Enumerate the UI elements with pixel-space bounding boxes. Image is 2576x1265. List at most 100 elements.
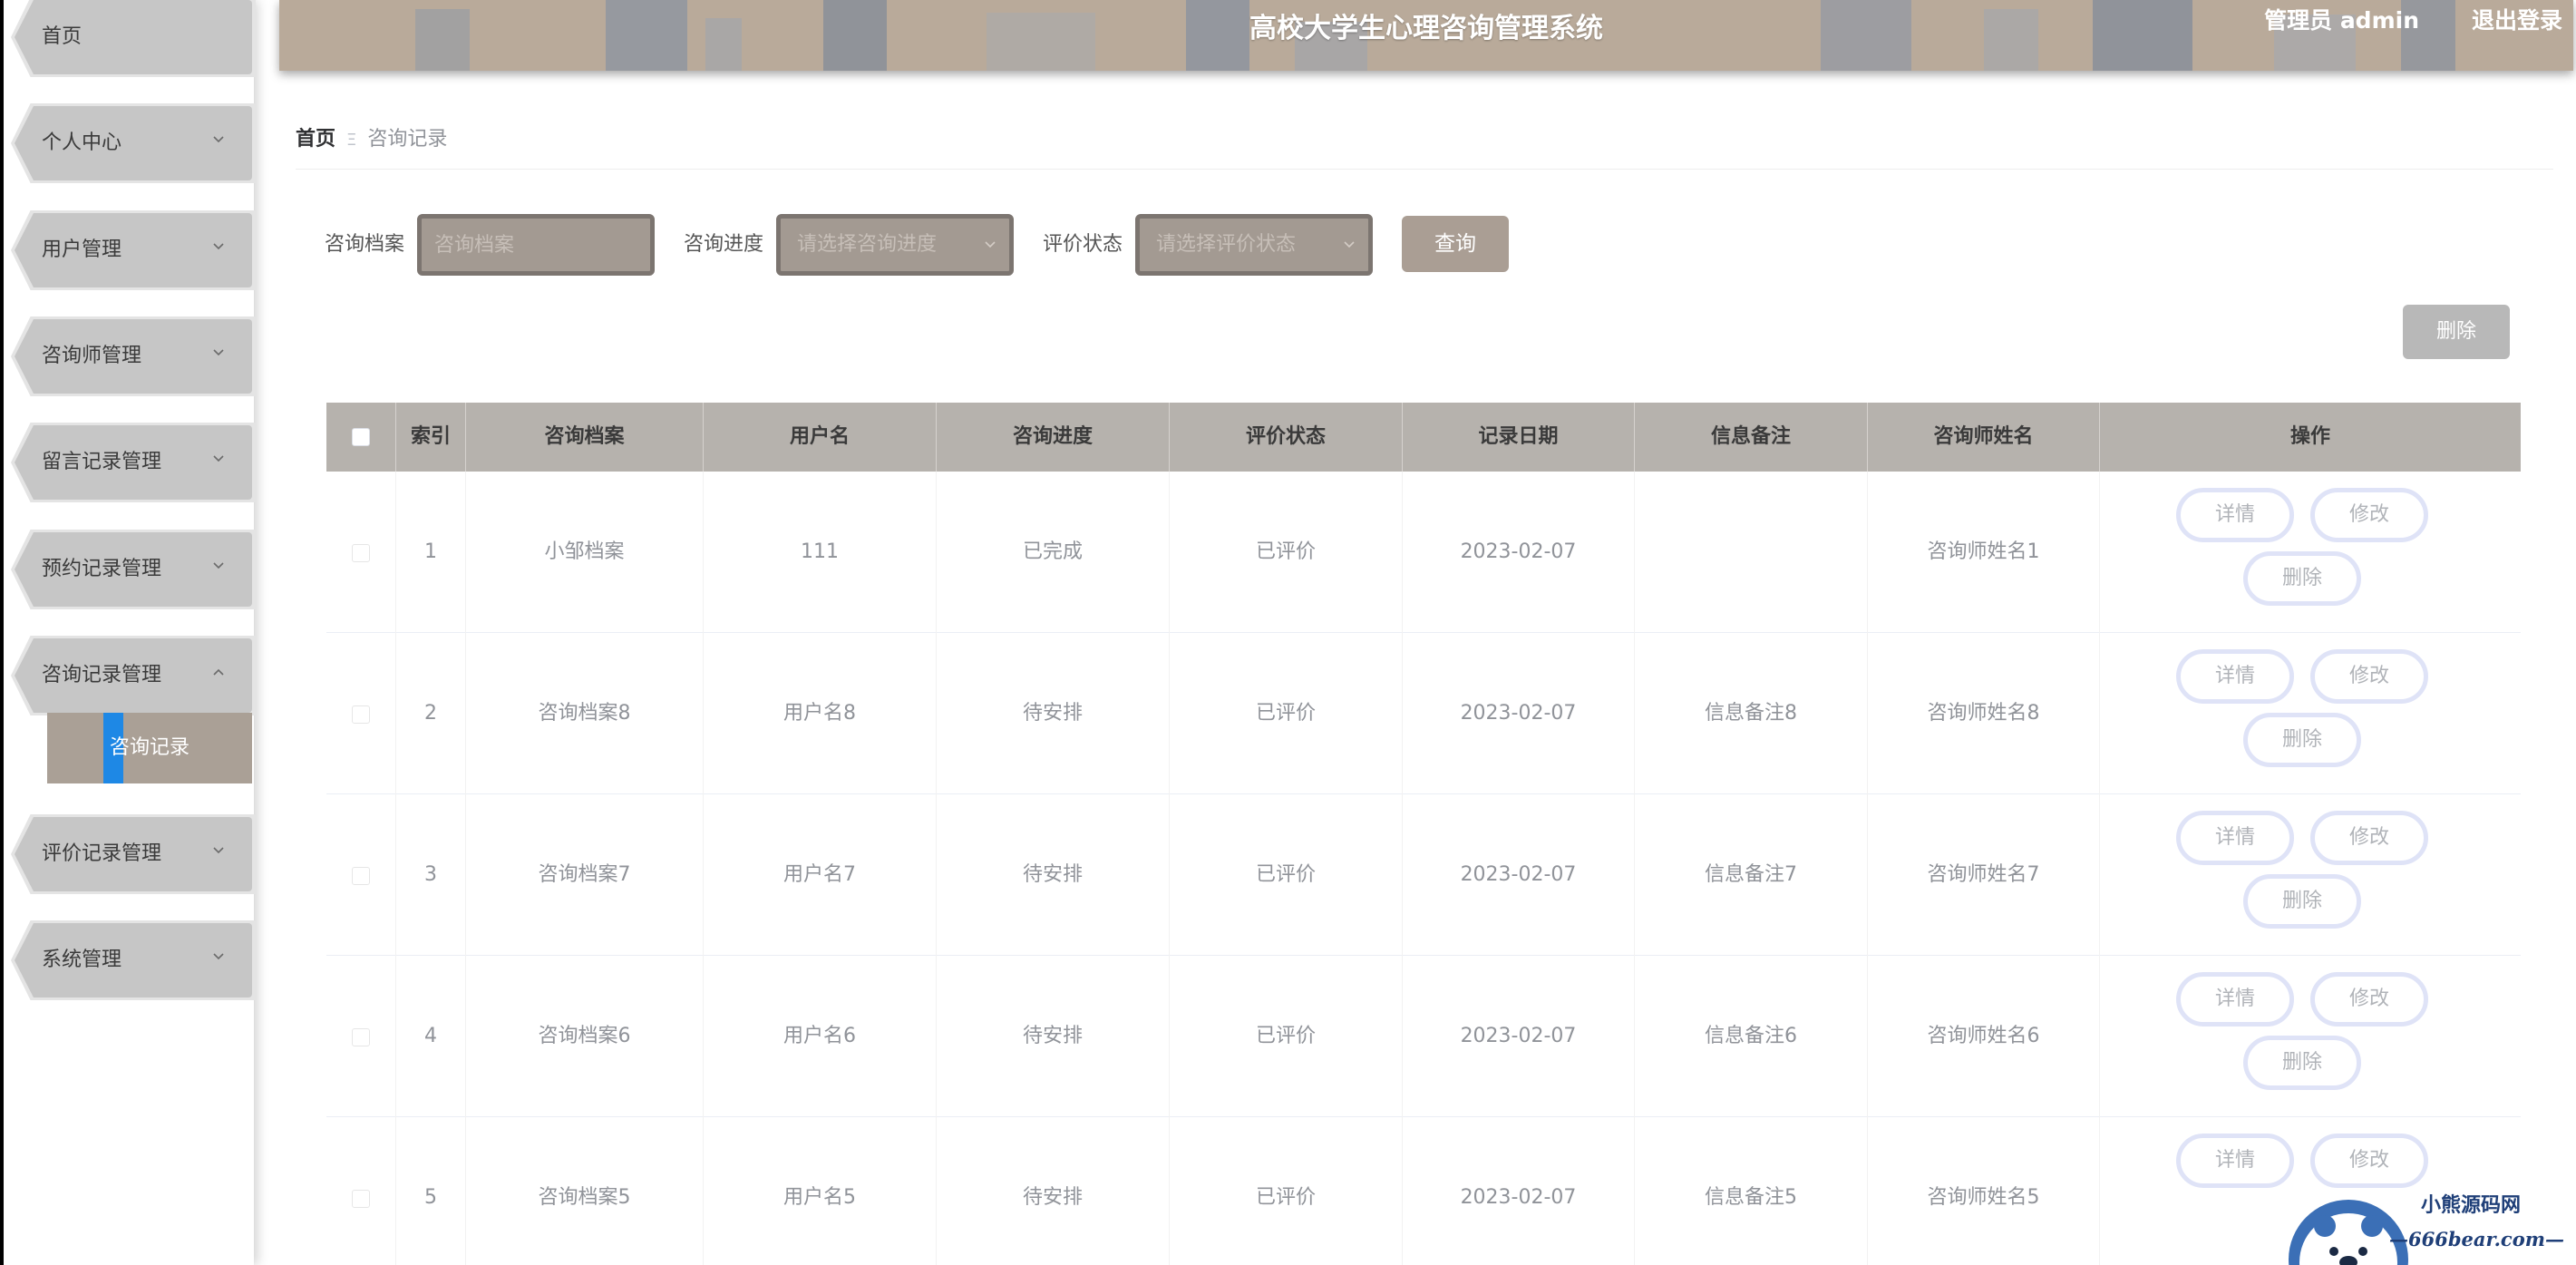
sidebar-item-personal-center[interactable]: 个人中心 <box>11 103 256 183</box>
sidebar-item-home[interactable]: 首页 <box>11 0 256 77</box>
column-header-username: 用户名 <box>704 403 937 472</box>
sidebar-item-message-records[interactable]: 留言记录管理 <box>11 423 256 502</box>
cell-username: 用户名8 <box>704 633 937 794</box>
sidebar: 首页 个人中心 用户管理 咨询师管理 留言记录管理 预约记录管理 咨询记录管理 … <box>0 0 256 1265</box>
row-checkbox[interactable] <box>352 705 370 724</box>
table-row: 5 咨询档案5 用户名5 待安排 已评价 2023-02-07 信息备注5 咨询… <box>326 1117 2521 1265</box>
status-filter-select[interactable]: 请选择评价状态 <box>1135 214 1373 276</box>
progress-filter-label: 咨询进度 <box>684 233 764 256</box>
sidebar-item-label: 评价记录管理 <box>42 842 162 865</box>
sidebar-item-label: 咨询记录管理 <box>42 664 162 686</box>
table-row: 3 咨询档案7 用户名7 待安排 已评价 2023-02-07 信息备注7 咨询… <box>326 794 2521 956</box>
column-header-note: 信息备注 <box>1635 403 1868 472</box>
cell-progress: 待安排 <box>937 633 1170 794</box>
watermark-domain: —666bear.com— <box>2389 1228 2564 1250</box>
bear-watermark-logo: 小熊源码网 —666bear.com— <box>2289 1193 2564 1265</box>
cell-status: 已评价 <box>1170 794 1403 956</box>
edit-button[interactable]: 修改 <box>2310 649 2428 704</box>
cell-index: 1 <box>396 472 466 633</box>
edit-button[interactable]: 修改 <box>2310 972 2428 1027</box>
cell-archive: 咨询档案6 <box>466 956 704 1117</box>
sidebar-item-counselor-management[interactable]: 咨询师管理 <box>11 316 256 396</box>
submenu-item-consultation-record[interactable]: 咨询记录 <box>47 713 252 783</box>
cell-index: 3 <box>396 794 466 956</box>
sidebar-item-label: 个人中心 <box>42 131 122 154</box>
table-row: 4 咨询档案6 用户名6 待安排 已评价 2023-02-07 信息备注6 咨询… <box>326 956 2521 1117</box>
cell-progress: 待安排 <box>937 794 1170 956</box>
submenu-item-label: 咨询记录 <box>109 736 190 759</box>
cell-counselor: 咨询师姓名1 <box>1868 472 2100 633</box>
row-checkbox[interactable] <box>352 1028 370 1046</box>
edit-button[interactable]: 修改 <box>2310 1134 2428 1188</box>
detail-button[interactable]: 详情 <box>2176 488 2294 542</box>
row-select-cell <box>326 956 396 1117</box>
sidebar-item-appointment-records[interactable]: 预约记录管理 <box>11 530 256 609</box>
delete-button[interactable]: 删除 <box>2243 713 2361 767</box>
table-header: 索引 咨询档案 用户名 咨询进度 评价状态 记录日期 信息备注 咨询师姓名 操作 <box>326 403 2521 472</box>
chevron-down-icon <box>213 349 224 356</box>
system-title: 高校大学生心理咨询管理系统 <box>1249 13 1603 44</box>
cell-archive: 咨询档案5 <box>466 1117 704 1265</box>
cell-username: 用户名7 <box>704 794 937 956</box>
cell-status: 已评价 <box>1170 472 1403 633</box>
cell-index: 5 <box>396 1117 466 1265</box>
detail-button[interactable]: 详情 <box>2176 972 2294 1027</box>
cell-counselor: 咨询师姓名8 <box>1868 633 2100 794</box>
archive-filter-input[interactable] <box>434 219 616 271</box>
cell-date: 2023-02-07 <box>1403 1117 1635 1265</box>
detail-button[interactable]: 详情 <box>2176 649 2294 704</box>
chevron-down-icon <box>213 136 224 143</box>
cell-username: 用户名6 <box>704 956 937 1117</box>
column-header-counselor: 咨询师姓名 <box>1868 403 2100 472</box>
row-select-cell <box>326 794 396 956</box>
sidebar-item-label: 用户管理 <box>42 238 122 261</box>
row-checkbox[interactable] <box>352 867 370 885</box>
progress-select-placeholder: 请选择咨询进度 <box>797 233 938 256</box>
row-select-cell <box>326 472 396 633</box>
row-checkbox[interactable] <box>352 544 370 562</box>
cell-username: 用户名5 <box>704 1117 937 1265</box>
edit-button[interactable]: 修改 <box>2310 811 2428 865</box>
delete-button[interactable]: 删除 <box>2243 1036 2361 1090</box>
delete-button[interactable]: 删除 <box>2243 551 2361 606</box>
table-row: 1 小邹档案 111 已完成 已评价 2023-02-07 咨询师姓名1 详情 … <box>326 472 2521 633</box>
column-header-progress: 咨询进度 <box>937 403 1170 472</box>
cell-counselor: 咨询师姓名5 <box>1868 1117 2100 1265</box>
cell-archive: 咨询档案8 <box>466 633 704 794</box>
breadcrumb-current: 咨询记录 <box>367 128 448 151</box>
column-header-index: 索引 <box>396 403 466 472</box>
cell-status: 已评价 <box>1170 633 1403 794</box>
app-root: { "header": { "title": "高校大学生心理咨询管理系统", … <box>0 0 2576 1265</box>
sidebar-item-evaluation-records[interactable]: 评价记录管理 <box>11 814 256 894</box>
query-button[interactable]: 查询 <box>1402 216 1509 272</box>
top-header: 高校大学生心理咨询管理系统 管理员 admin 退出登录 <box>279 0 2573 71</box>
detail-button[interactable]: 详情 <box>2176 1134 2294 1188</box>
cell-progress: 待安排 <box>937 1117 1170 1265</box>
cell-index: 4 <box>396 956 466 1117</box>
edit-button[interactable]: 修改 <box>2310 488 2428 542</box>
breadcrumb-home[interactable]: 首页 <box>296 128 335 151</box>
cell-progress: 待安排 <box>937 956 1170 1117</box>
cell-status: 已评价 <box>1170 1117 1403 1265</box>
column-header-archive: 咨询档案 <box>466 403 704 472</box>
cell-date: 2023-02-07 <box>1403 633 1635 794</box>
cell-note: 信息备注8 <box>1635 633 1868 794</box>
watermark-site-name: 小熊源码网 <box>2421 1193 2521 1217</box>
sidebar-item-user-management[interactable]: 用户管理 <box>11 210 256 290</box>
select-all-checkbox[interactable] <box>352 428 370 446</box>
logout-link[interactable]: 退出登录 <box>2472 0 2562 42</box>
progress-filter-select[interactable]: 请选择咨询进度 <box>776 214 1014 276</box>
breadcrumb-divider <box>296 169 2553 170</box>
chevron-down-icon <box>213 455 224 462</box>
sidebar-item-consultation-records[interactable]: 咨询记录管理 <box>11 636 256 715</box>
cell-note: 信息备注6 <box>1635 956 1868 1117</box>
sidebar-item-system-management[interactable]: 系统管理 <box>11 920 256 1000</box>
row-select-cell <box>326 633 396 794</box>
detail-button[interactable]: 详情 <box>2176 811 2294 865</box>
breadcrumb: 首页 Ξ 咨询记录 <box>296 123 447 156</box>
cell-note <box>1635 472 1868 633</box>
batch-delete-button[interactable]: 删除 <box>2403 305 2510 359</box>
chevron-up-icon <box>213 668 224 676</box>
row-checkbox[interactable] <box>352 1190 370 1208</box>
delete-button[interactable]: 删除 <box>2243 874 2361 929</box>
